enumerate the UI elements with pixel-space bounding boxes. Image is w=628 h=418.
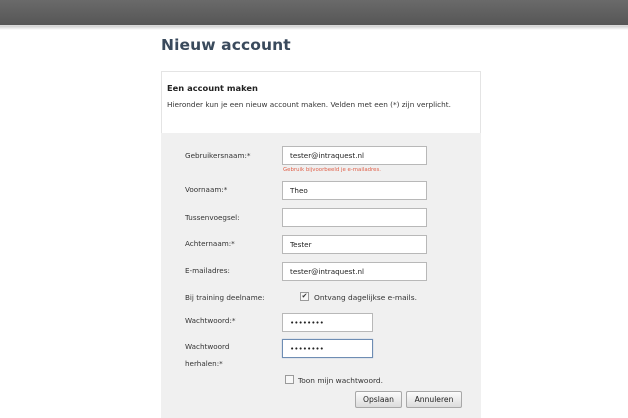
form-description: Hieronder kun je een nieuw account maken… bbox=[167, 100, 451, 109]
password-repeat-input[interactable] bbox=[282, 339, 373, 358]
email-input[interactable] bbox=[282, 262, 427, 281]
save-button[interactable]: Opslaan bbox=[355, 391, 402, 408]
top-bar bbox=[0, 0, 628, 26]
password-repeat-label-line2: herhalen:* bbox=[185, 359, 223, 368]
password-input[interactable] bbox=[282, 313, 373, 332]
cancel-button[interactable]: Annuleren bbox=[406, 391, 462, 408]
username-label: Gebruikersnaam:* bbox=[185, 151, 251, 160]
lastname-label: Achternaam:* bbox=[185, 239, 235, 248]
page-title: Nieuw account bbox=[161, 36, 291, 54]
show-password-checkbox[interactable] bbox=[285, 375, 294, 384]
daily-email-checkbox[interactable]: ✔ bbox=[300, 292, 309, 301]
account-form-panel: Een account maken Hieronder kun je een n… bbox=[161, 71, 481, 418]
password-repeat-label-line1: Wachtwoord bbox=[185, 342, 230, 351]
training-label: Bij training deelname: bbox=[185, 293, 265, 302]
username-input[interactable] bbox=[282, 146, 427, 165]
password-label: Wachtwoord:* bbox=[185, 316, 236, 325]
form-heading: Een account maken bbox=[167, 83, 258, 93]
form-intro: Een account maken Hieronder kun je een n… bbox=[161, 71, 481, 133]
show-password-label[interactable]: Toon mijn wachtwoord. bbox=[298, 376, 383, 385]
firstname-input[interactable] bbox=[282, 181, 427, 200]
email-label: E-mailadres: bbox=[185, 266, 230, 275]
lastname-input[interactable] bbox=[282, 235, 427, 254]
top-bar-shadow bbox=[0, 26, 628, 30]
infix-input[interactable] bbox=[282, 208, 427, 227]
firstname-label: Voornaam:* bbox=[185, 185, 228, 194]
daily-email-checkbox-label[interactable]: Ontvang dagelijkse e-mails. bbox=[314, 293, 417, 302]
username-hint: Gebruik bijvoorbeeld je e-mailadres. bbox=[283, 167, 381, 173]
infix-label: Tussenvoegsel: bbox=[185, 213, 240, 222]
